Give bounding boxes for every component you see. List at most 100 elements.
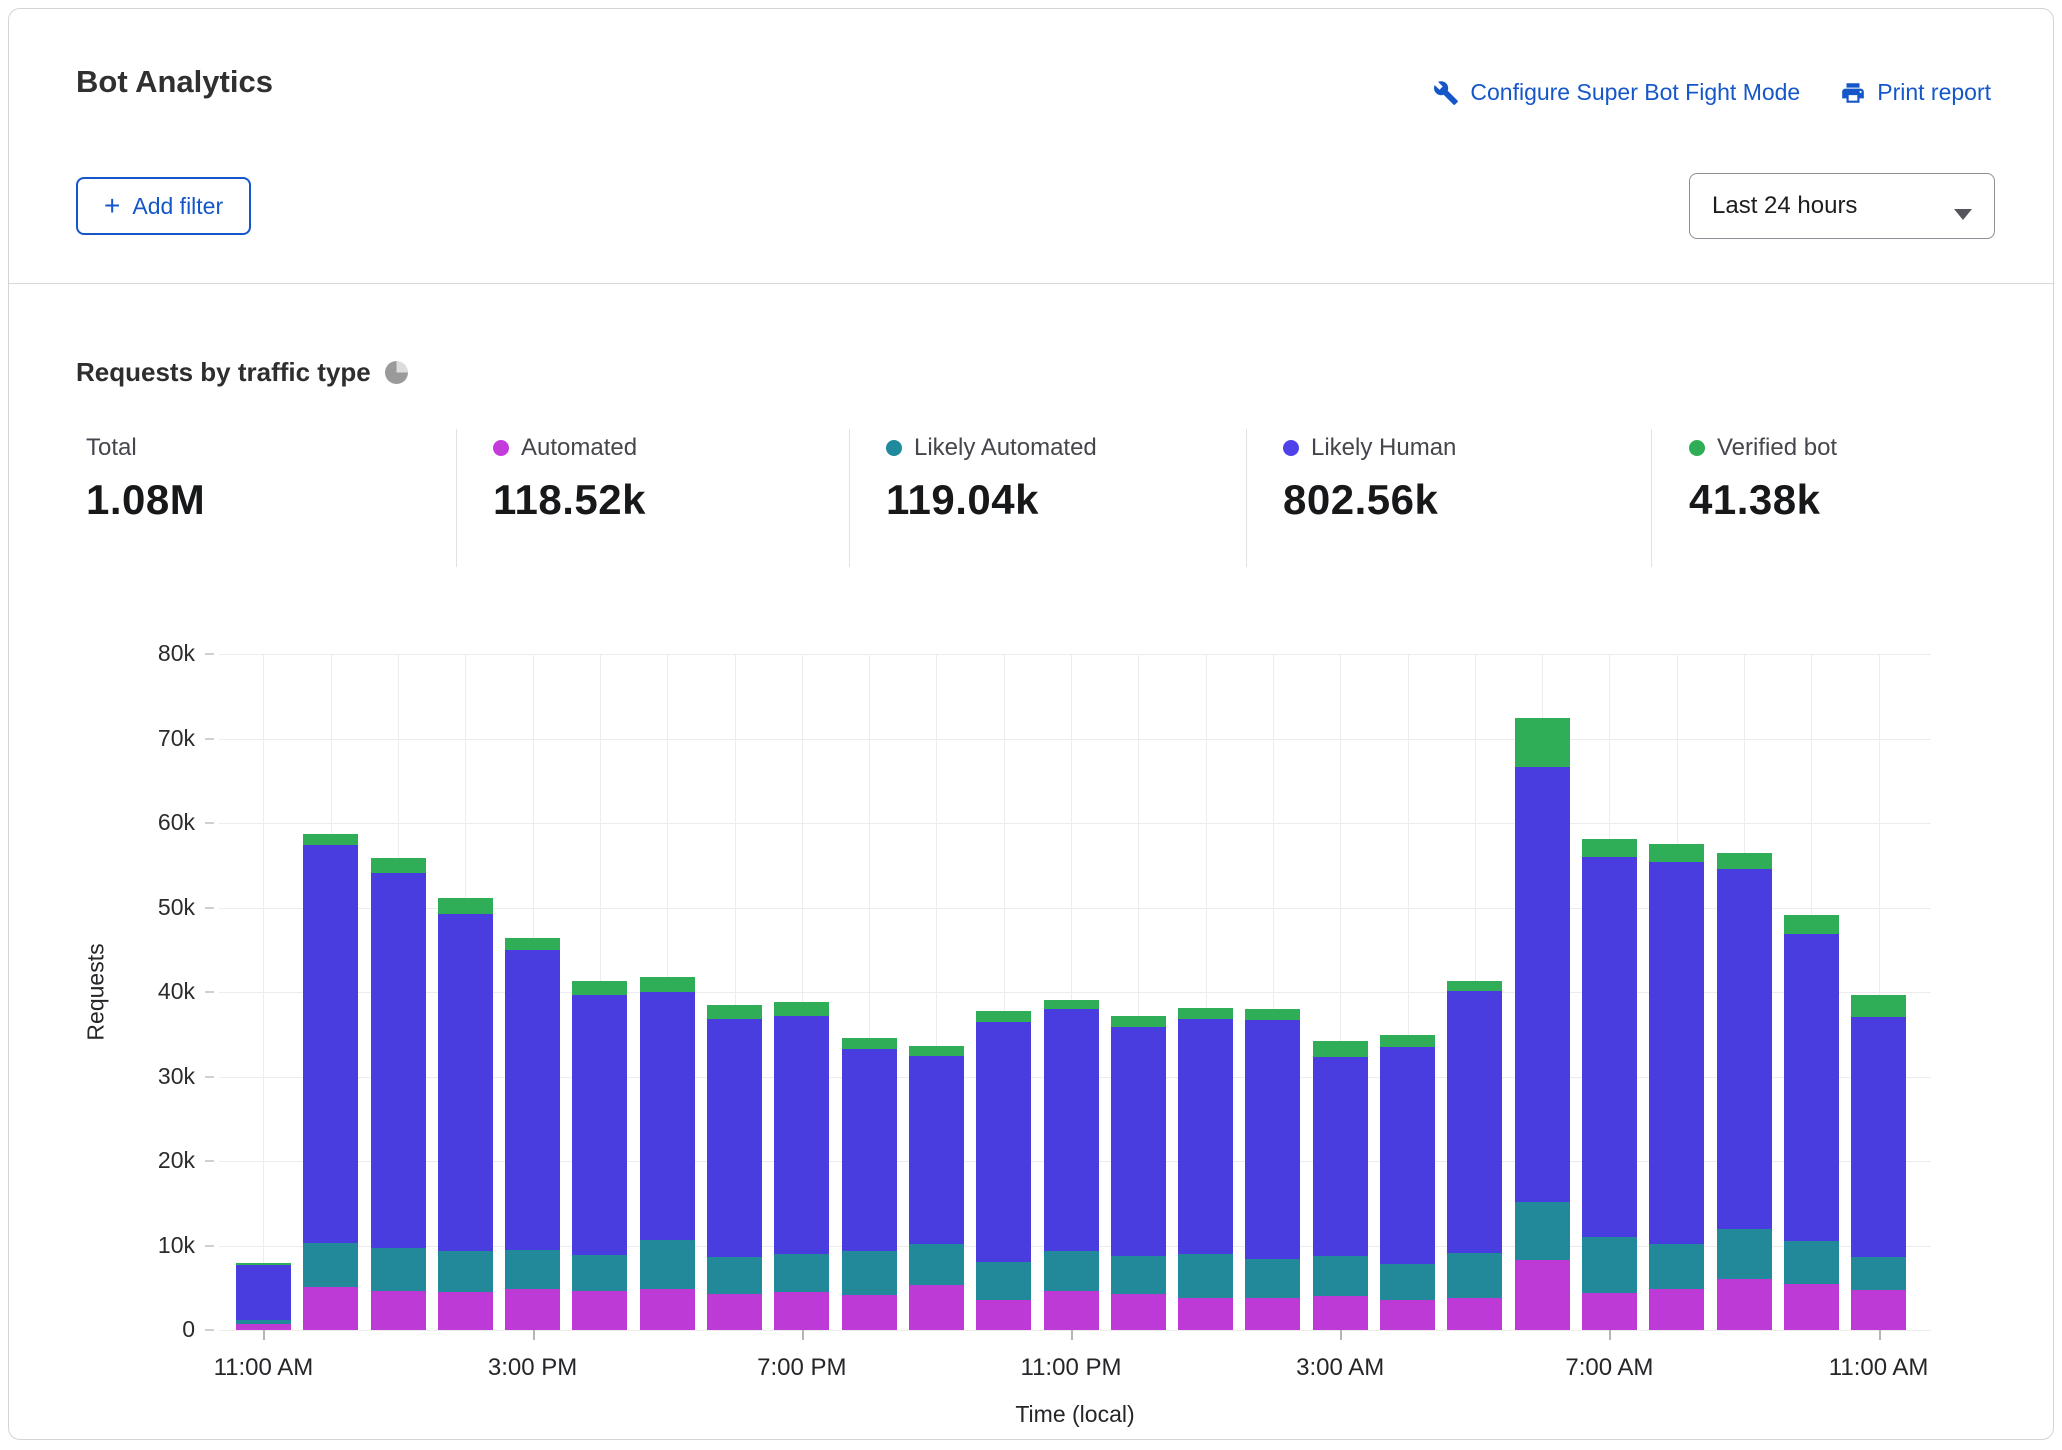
stacked-bar-10am[interactable] <box>1784 915 1839 1330</box>
bar-segment-automated <box>1784 1284 1839 1330</box>
y-axis-label: 60k <box>85 809 195 836</box>
bar-segment-verified-bot <box>1515 718 1570 767</box>
bar-segment-verified-bot <box>1649 844 1704 862</box>
y-axis-tick <box>205 991 214 993</box>
bar-segment-verified-bot <box>1851 995 1906 1016</box>
bar-segment-likely-automated <box>1649 1244 1704 1289</box>
x-axis-label: 3:00 PM <box>443 1354 623 1382</box>
y-axis-tick <box>205 1076 214 1078</box>
stacked-bar-7pm[interactable] <box>774 1002 829 1330</box>
bar-segment-likely-human <box>774 1016 829 1253</box>
stacked-bar-3am[interactable] <box>1313 1041 1368 1330</box>
stacked-bar-8am[interactable] <box>1649 844 1704 1330</box>
bar-segment-likely-human <box>1649 862 1704 1244</box>
bar-segment-verified-bot <box>707 1005 762 1019</box>
bar-segment-likely-automated <box>1111 1256 1166 1295</box>
y-axis-tick <box>205 738 214 740</box>
bar-segment-likely-human <box>909 1056 964 1244</box>
bar-segment-likely-automated <box>1851 1257 1906 1290</box>
bar-segment-automated <box>1178 1298 1233 1330</box>
bar-segment-verified-bot <box>1111 1016 1166 1027</box>
bar-segment-likely-human <box>1380 1047 1435 1264</box>
bar-segment-likely-automated <box>1515 1202 1570 1260</box>
stacked-bar-9pm[interactable] <box>909 1046 964 1330</box>
bar-segment-automated <box>1380 1300 1435 1330</box>
stacked-bar-2pm[interactable] <box>438 898 493 1330</box>
bar-segment-likely-human <box>1717 869 1772 1229</box>
bar-segment-likely-automated <box>572 1255 627 1291</box>
x-axis-label: 11:00 AM <box>173 1354 353 1382</box>
stacked-bar-11am[interactable] <box>236 1263 291 1330</box>
bar-segment-verified-bot <box>1582 839 1637 857</box>
bar-segment-automated <box>1245 1298 1300 1330</box>
stacked-bar-5pm[interactable] <box>640 977 695 1330</box>
stacked-bar-4am[interactable] <box>1380 1035 1435 1330</box>
stacked-bar-4pm[interactable] <box>572 981 627 1330</box>
y-axis-tick <box>205 907 214 909</box>
y-gridline <box>219 1330 1931 1331</box>
x-axis-tick <box>1071 1330 1073 1340</box>
stacked-bar-11pm[interactable] <box>1044 1000 1099 1330</box>
bar-segment-automated <box>707 1294 762 1330</box>
bar-segment-likely-automated <box>1313 1256 1368 1297</box>
x-axis-tick <box>1340 1330 1342 1340</box>
stacked-bar-6pm[interactable] <box>707 1005 762 1330</box>
y-gridline <box>219 654 1931 655</box>
stacked-bar-6am[interactable] <box>1515 718 1570 1330</box>
bar-segment-automated <box>1851 1290 1906 1330</box>
bar-segment-likely-human <box>1044 1009 1099 1252</box>
y-axis-label: 10k <box>85 1232 195 1259</box>
stacked-bar-12am[interactable] <box>1111 1016 1166 1330</box>
stacked-bar-1am[interactable] <box>1178 1008 1233 1330</box>
bar-segment-likely-human <box>640 992 695 1240</box>
bar-segment-verified-bot <box>1380 1035 1435 1047</box>
x-axis-label: 7:00 PM <box>712 1354 892 1382</box>
bar-segment-likely-automated <box>1245 1259 1300 1298</box>
y-axis-tick <box>205 1329 214 1331</box>
stacked-bar-11am[interactable] <box>1851 995 1906 1330</box>
bar-segment-automated <box>774 1292 829 1330</box>
y-axis-label: 70k <box>85 725 195 752</box>
stacked-bar-2am[interactable] <box>1245 1009 1300 1330</box>
y-axis-label: 0 <box>85 1316 195 1343</box>
bar-segment-verified-bot <box>976 1011 1031 1022</box>
bar-segment-automated <box>438 1292 493 1330</box>
bar-segment-verified-bot <box>774 1002 829 1016</box>
bar-segment-likely-automated <box>1447 1253 1502 1298</box>
bar-segment-likely-human <box>1245 1020 1300 1259</box>
stacked-bar-10pm[interactable] <box>976 1011 1031 1330</box>
bar-segment-automated <box>842 1295 897 1330</box>
bar-segment-verified-bot <box>505 938 560 950</box>
y-axis-title: Requests <box>83 943 110 1040</box>
bar-segment-automated <box>505 1289 560 1330</box>
stacked-bar-5am[interactable] <box>1447 981 1502 1330</box>
bar-segment-likely-human <box>438 914 493 1250</box>
stacked-bar-7am[interactable] <box>1582 839 1637 1330</box>
y-gridline <box>219 823 1931 824</box>
bar-segment-likely-human <box>1447 991 1502 1253</box>
bar-segment-likely-automated <box>1044 1251 1099 1291</box>
bar-segment-likely-automated <box>303 1243 358 1287</box>
bar-segment-verified-bot <box>371 858 426 872</box>
bar-segment-likely-human <box>1313 1057 1368 1256</box>
bar-segment-likely-human <box>371 873 426 1248</box>
bar-segment-likely-automated <box>371 1248 426 1291</box>
bar-segment-automated <box>1447 1298 1502 1330</box>
bar-segment-likely-automated <box>976 1262 1031 1300</box>
y-axis-tick <box>205 1245 214 1247</box>
x-axis-tick <box>802 1330 804 1340</box>
bar-segment-likely-automated <box>438 1251 493 1292</box>
stacked-bar-3pm[interactable] <box>505 938 560 1330</box>
stacked-bar-12pm[interactable] <box>303 834 358 1330</box>
x-gridline <box>263 654 264 1330</box>
stacked-bar-1pm[interactable] <box>371 858 426 1330</box>
bar-segment-verified-bot <box>438 898 493 914</box>
bar-segment-likely-human <box>1111 1027 1166 1256</box>
stacked-bar-8pm[interactable] <box>842 1038 897 1330</box>
bar-segment-automated <box>976 1300 1031 1330</box>
bar-segment-automated <box>572 1291 627 1330</box>
y-axis-label: 50k <box>85 894 195 921</box>
y-axis-label: 30k <box>85 1063 195 1090</box>
stacked-bar-9am[interactable] <box>1717 853 1772 1330</box>
bar-segment-likely-human <box>1851 1017 1906 1258</box>
